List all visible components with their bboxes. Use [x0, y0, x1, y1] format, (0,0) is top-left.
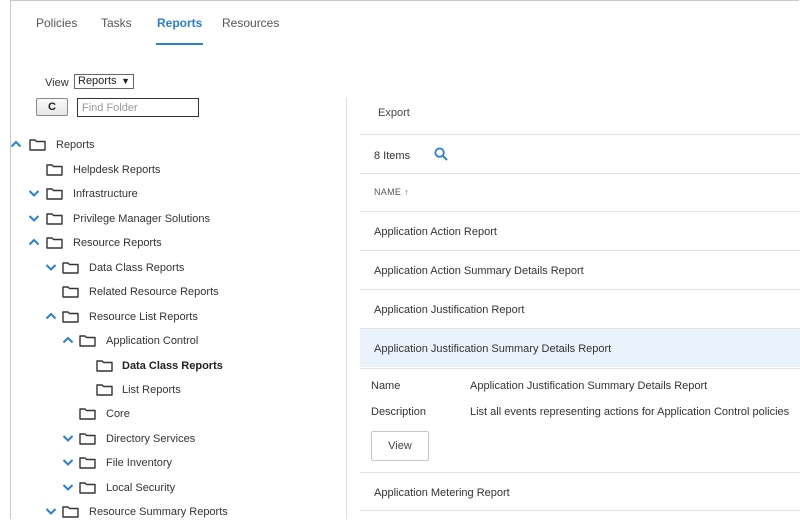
- folder-icon: [62, 262, 79, 274]
- export-button[interactable]: Export: [378, 107, 410, 119]
- tree-node-label: Data Class Reports: [89, 262, 185, 274]
- tree-node-label: Infrastructure: [73, 188, 138, 200]
- chevron-up-icon[interactable]: [10, 138, 22, 150]
- detail-description-value: List all events representing actions for…: [470, 406, 790, 418]
- tree-node[interactable]: File Inventory: [0, 455, 340, 473]
- view-select-value: Reports: [78, 75, 117, 87]
- tree-node[interactable]: Local Security: [0, 480, 340, 498]
- tree-node-label: Directory Services: [106, 433, 196, 445]
- chevron-down-icon: ▼: [121, 76, 130, 86]
- tree-node[interactable]: Reports: [0, 137, 340, 155]
- table-row[interactable]: Application Justification Report: [360, 290, 800, 328]
- folder-icon: [46, 188, 63, 200]
- pane-divider: [346, 98, 347, 519]
- tree-node[interactable]: Resource List Reports: [0, 309, 340, 327]
- folder-icon: [62, 311, 79, 323]
- table-row[interactable]: Application Action Report: [360, 212, 800, 250]
- folder-icon: [96, 384, 113, 396]
- tree-node-label: Helpdesk Reports: [73, 164, 161, 176]
- tree-node-label: Resource Summary Reports: [89, 506, 228, 518]
- divider: [360, 173, 800, 174]
- detail-name-key: Name: [371, 380, 401, 392]
- tree-node[interactable]: Directory Services: [0, 431, 340, 449]
- tree-node[interactable]: Core: [0, 406, 340, 424]
- tree-node[interactable]: Privilege Manager Solutions: [0, 211, 340, 229]
- tree-node-label: Resource List Reports: [89, 311, 198, 323]
- refresh-button[interactable]: C: [36, 98, 68, 116]
- tab-tasks[interactable]: Tasks: [101, 16, 132, 30]
- folder-icon: [29, 139, 46, 151]
- folder-icon: [46, 237, 63, 249]
- detail-name-value: Application Justification Summary Detail…: [470, 380, 708, 392]
- chevron-down-icon[interactable]: [45, 261, 57, 273]
- chevron-down-icon[interactable]: [62, 456, 74, 468]
- folder-icon: [79, 482, 96, 494]
- folder-icon: [62, 286, 79, 298]
- tree-node-label: List Reports: [122, 384, 181, 396]
- view-select[interactable]: Reports ▼: [74, 74, 134, 89]
- tab-resources[interactable]: Resources: [222, 16, 279, 30]
- folder-icon: [79, 457, 96, 469]
- folder-icon: [62, 506, 79, 518]
- tree-node[interactable]: Related Resource Reports: [0, 284, 340, 302]
- row-label: Application Justification Summary Detail…: [374, 343, 612, 355]
- folder-icon: [79, 433, 96, 445]
- tree-node-label: Core: [106, 408, 130, 420]
- tree-node[interactable]: Application Control: [0, 333, 340, 351]
- tree-node[interactable]: Data Class Reports: [0, 358, 340, 376]
- detail-description-key: Description: [371, 406, 427, 418]
- column-header-label: NAME: [374, 187, 402, 197]
- tree-node-label: File Inventory: [106, 457, 173, 469]
- chevron-down-icon[interactable]: [62, 481, 74, 493]
- tree-node-label: Reports: [56, 139, 95, 151]
- sort-ascending-icon: ↑: [404, 187, 410, 197]
- tree-node[interactable]: Data Class Reports: [0, 260, 340, 278]
- chevron-down-icon[interactable]: [28, 212, 40, 224]
- view-report-button[interactable]: View: [371, 431, 429, 461]
- folder-icon: [79, 408, 96, 420]
- view-label: View: [45, 77, 69, 89]
- tree-node[interactable]: Resource Summary Reports: [0, 504, 340, 522]
- folder-icon: [96, 360, 113, 372]
- folder-icon: [46, 164, 63, 176]
- tree-node-label: Local Security: [106, 482, 176, 494]
- tree-node-label: Resource Reports: [73, 237, 162, 249]
- row-label: Application Justification Report: [374, 304, 525, 316]
- tree-node[interactable]: List Reports: [0, 382, 340, 400]
- chevron-up-icon[interactable]: [28, 236, 40, 248]
- tab-reports-label: Reports: [157, 16, 203, 30]
- column-header-name[interactable]: NAME ↑: [374, 187, 409, 197]
- active-tab-underline: [156, 43, 204, 45]
- tree-node[interactable]: Infrastructure: [0, 186, 340, 204]
- items-count: 8 Items: [374, 150, 411, 162]
- tree-node[interactable]: Resource Reports: [0, 235, 340, 253]
- tree-node-label: Related Resource Reports: [89, 286, 219, 298]
- tab-policies[interactable]: Policies: [36, 16, 77, 30]
- divider: [360, 134, 800, 135]
- find-folder-input[interactable]: [77, 98, 199, 117]
- tree-node[interactable]: Helpdesk Reports: [0, 162, 340, 180]
- folder-icon: [79, 335, 96, 347]
- table-row[interactable]: Application Action Summary Details Repor…: [360, 251, 800, 289]
- table-row[interactable]: Application Metering Report: [360, 473, 800, 511]
- chevron-down-icon[interactable]: [62, 432, 74, 444]
- tree-node-label: Privilege Manager Solutions: [73, 213, 210, 225]
- chevron-down-icon[interactable]: [45, 505, 57, 517]
- row-label: Application Action Summary Details Repor…: [374, 265, 584, 277]
- divider: [360, 472, 800, 473]
- search-icon[interactable]: [434, 147, 448, 161]
- tree-node-label: Application Control: [106, 335, 199, 347]
- row-label: Application Action Report: [374, 226, 497, 238]
- table-row[interactable]: Application Justification Summary Detail…: [360, 329, 800, 367]
- row-label: Application Metering Report: [374, 487, 510, 499]
- chevron-down-icon[interactable]: [28, 187, 40, 199]
- chevron-up-icon[interactable]: [45, 310, 57, 322]
- folder-icon: [46, 213, 63, 225]
- chevron-up-icon[interactable]: [62, 334, 74, 346]
- divider: [360, 510, 800, 511]
- row-detail-panel: Name Application Justification Summary D…: [360, 369, 800, 473]
- refresh-icon: C: [48, 101, 56, 113]
- tab-reports[interactable]: Reports: [156, 16, 204, 45]
- tree-node-label: Data Class Reports: [122, 360, 223, 372]
